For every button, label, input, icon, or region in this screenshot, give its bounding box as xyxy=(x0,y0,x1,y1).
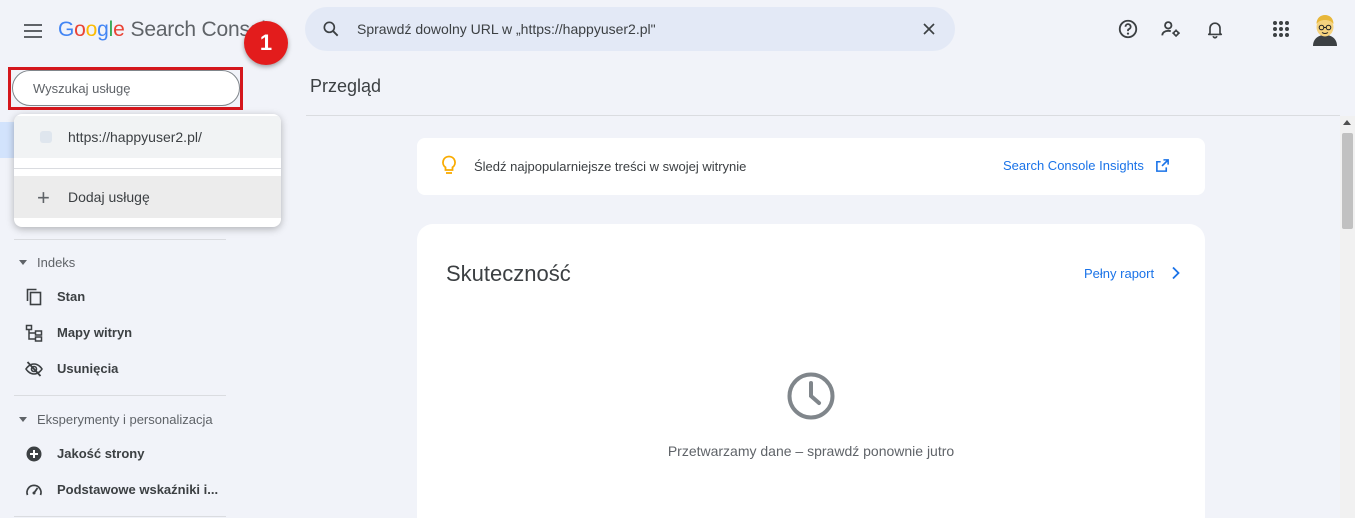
clock-icon xyxy=(786,371,836,426)
sidebar-item-label: Jakość strony xyxy=(57,446,145,461)
active-nav-highlight xyxy=(0,122,14,158)
page-experience-icon xyxy=(25,445,43,463)
dropdown-divider xyxy=(14,168,281,169)
scrollbar-thumb[interactable] xyxy=(1342,133,1353,229)
section-experiments[interactable]: Eksperymenty i personalizacja xyxy=(14,412,213,427)
logo-letter: o xyxy=(74,18,86,41)
sidebar-item-core-web-vitals[interactable]: Podstawowe wskaźniki i... xyxy=(0,472,240,508)
site-favicon-icon xyxy=(40,131,52,143)
logo-letter: e xyxy=(113,18,125,41)
sidebar-item-pages[interactable]: Stan xyxy=(0,279,240,315)
account-avatar[interactable] xyxy=(1310,12,1340,46)
url-inspection-search[interactable]: Sprawdź dowolny URL w „https://happyuser… xyxy=(305,7,955,51)
processing-message: Przetwarzamy dane – sprawdź ponownie jut… xyxy=(667,443,955,459)
sidebar-item-sitemaps[interactable]: Mapy witryn xyxy=(0,315,240,351)
sidebar-item-label: Podstawowe wskaźniki i... xyxy=(57,482,219,497)
insights-text: Śledź najpopularniejsze treści w swojej … xyxy=(474,159,747,174)
sidebar-divider xyxy=(14,395,226,396)
add-property-button[interactable]: + Dodaj usługę xyxy=(14,176,281,218)
caret-down-icon xyxy=(19,260,27,265)
scroll-up-arrow-icon[interactable] xyxy=(1343,120,1351,125)
search-console-insights-link[interactable]: Search Console Insights xyxy=(1003,158,1144,173)
section-label: Eksperymenty i personalizacja xyxy=(37,412,213,427)
property-url: https://happyuser2.pl/ xyxy=(68,129,202,145)
caret-down-icon xyxy=(19,417,27,422)
pages-icon xyxy=(25,288,43,306)
performance-title: Skuteczność xyxy=(446,261,571,286)
property-dropdown: https://happyuser2.pl/ + Dodaj usługę xyxy=(14,114,281,227)
top-bar: Google Search Console Sprawdź dowolny URL… xyxy=(0,0,1355,64)
user-settings-icon[interactable] xyxy=(1159,17,1183,41)
sitemap-icon xyxy=(25,324,43,342)
page-title: Przegląd xyxy=(310,76,382,96)
removals-icon xyxy=(25,360,43,378)
url-inspection-text[interactable]: Sprawdź dowolny URL w „https://happyuser… xyxy=(357,21,656,37)
logo-letter: g xyxy=(97,18,109,41)
open-in-new-icon[interactable] xyxy=(1155,158,1170,178)
chevron-right-icon[interactable] xyxy=(1170,266,1182,285)
vertical-scrollbar[interactable] xyxy=(1340,116,1355,518)
apps-grid-icon[interactable] xyxy=(1269,17,1293,41)
logo-letter: G xyxy=(58,18,75,41)
sidebar-item-label: Stan xyxy=(57,289,86,304)
sidebar-item-label: Mapy witryn xyxy=(57,325,133,340)
insights-card: Śledź najpopularniejsze treści w swojej … xyxy=(417,138,1205,195)
section-label: Indeks xyxy=(37,255,76,270)
sidebar-item-page-experience[interactable]: Jakość strony xyxy=(0,436,240,472)
logo-letter: o xyxy=(85,18,98,41)
performance-card: Skuteczność Pełny raport Przetwarzamy da… xyxy=(417,224,1205,518)
sidebar-divider xyxy=(14,239,226,240)
lightbulb-icon xyxy=(441,155,457,182)
notifications-icon[interactable] xyxy=(1203,17,1227,41)
core-web-vitals-icon xyxy=(25,481,43,499)
search-icon xyxy=(321,19,341,44)
full-report-link[interactable]: Pełny raport xyxy=(1084,266,1154,281)
annotation-badge: 1 xyxy=(244,21,288,65)
close-icon[interactable] xyxy=(919,19,939,44)
sidebar-divider xyxy=(14,516,226,517)
section-index[interactable]: Indeks xyxy=(14,255,75,270)
add-property-label: Dodaj usługę xyxy=(68,189,150,205)
menu-icon[interactable] xyxy=(18,16,48,46)
property-option[interactable]: https://happyuser2.pl/ xyxy=(14,116,281,158)
plus-icon: + xyxy=(37,185,50,210)
sidebar-item-removals[interactable]: Usunięcia xyxy=(0,351,240,387)
header-divider xyxy=(306,115,1340,116)
annotation-highlight-frame xyxy=(8,67,243,110)
help-icon[interactable] xyxy=(1116,17,1140,41)
sidebar-item-label: Usunięcia xyxy=(57,361,119,376)
